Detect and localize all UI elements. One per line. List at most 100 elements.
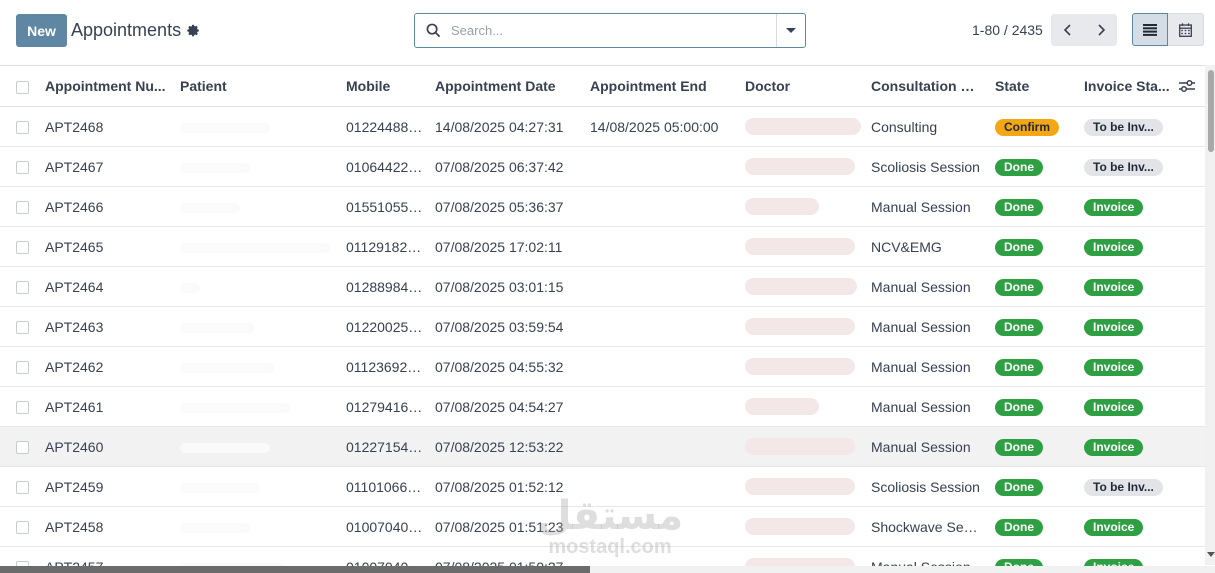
- pager-next-button[interactable]: [1084, 14, 1117, 46]
- cell-doctor: [737, 266, 863, 307]
- vertical-scrollbar-thumb[interactable]: [1208, 70, 1214, 152]
- cell-patient: [172, 466, 338, 507]
- invoice-status-badge: Invoice: [1084, 198, 1144, 216]
- table-row[interactable]: APT2467 010644227... 07/08/2025 06:37:42 Sc…: [0, 146, 1205, 187]
- cell-consultation-session: Scoliosis Session: [863, 466, 987, 507]
- cell-invoice-status: To be Inv...: [1076, 466, 1205, 507]
- cell-appointment-date: 07/08/2025 04:54:27: [427, 386, 582, 427]
- redacted-doctor-tag: [745, 238, 855, 256]
- cell-mobile: 012244889...: [338, 106, 427, 147]
- list-view-button[interactable]: [1132, 13, 1168, 46]
- cell-patient: [172, 106, 338, 147]
- state-badge: Done: [995, 318, 1043, 336]
- cell-mobile: 011010667...: [338, 466, 427, 507]
- row-checkbox[interactable]: [16, 481, 29, 495]
- state-badge: Done: [995, 398, 1043, 416]
- optional-columns-icon[interactable]: [1179, 79, 1195, 93]
- row-checkbox[interactable]: [16, 201, 29, 215]
- cell-invoice-status: To be Inv...: [1076, 146, 1205, 187]
- cell-consultation-session: Manual Session: [863, 386, 987, 427]
- calendar-view-button[interactable]: [1168, 13, 1204, 46]
- control-panel: New Appointments 1-80 / 2435: [0, 0, 1215, 64]
- invoice-status-badge: Invoice: [1084, 518, 1144, 536]
- select-all-checkbox-cell: [0, 65, 37, 107]
- cell-appointment-number: APT2459: [37, 466, 172, 507]
- column-header[interactable]: Mobile: [338, 65, 427, 107]
- table-row[interactable]: APT2466 015510555... 07/08/2025 05:36:37 Ma…: [0, 186, 1205, 227]
- row-checkbox[interactable]: [16, 161, 29, 175]
- cell-consultation-session: Manual Session: [863, 266, 987, 307]
- cell-doctor: [737, 426, 863, 467]
- pager-value[interactable]: 1-80 / 2435: [972, 22, 1043, 38]
- select-all-checkbox[interactable]: [16, 80, 29, 94]
- redacted-patient: [180, 202, 240, 213]
- cell-mobile: 011236928...: [338, 346, 427, 387]
- cell-appointment-number: APT2462: [37, 346, 172, 387]
- breadcrumb-title[interactable]: Appointments: [71, 20, 181, 41]
- table-row[interactable]: APT2464 012889846... 07/08/2025 03:01:15 Ma…: [0, 266, 1205, 307]
- cell-appointment-number: APT2465: [37, 226, 172, 267]
- chevron-right-icon: [1097, 24, 1105, 36]
- column-header[interactable]: Appointment Date: [427, 65, 582, 107]
- invoice-status-badge: To be Inv...: [1084, 478, 1163, 496]
- table-row[interactable]: APT2465 011291823... 07/08/2025 17:02:11 NC…: [0, 226, 1205, 267]
- table-row[interactable]: APT2461 012794166... 07/08/2025 04:54:27 Ma…: [0, 386, 1205, 427]
- pager-previous-button[interactable]: [1051, 14, 1084, 46]
- table-row[interactable]: APT2462 011236928... 07/08/2025 04:55:32 Ma…: [0, 346, 1205, 387]
- redacted-doctor-tag: [745, 318, 855, 336]
- cell-patient: [172, 266, 338, 307]
- cell-appointment-end: [582, 346, 737, 387]
- gear-icon[interactable]: [187, 24, 200, 37]
- cell-invoice-status: Invoice: [1076, 386, 1205, 427]
- row-checkbox[interactable]: [16, 121, 29, 135]
- column-header[interactable]: Appointment End: [582, 65, 737, 107]
- cell-invoice-status: Invoice: [1076, 266, 1205, 307]
- row-checkbox-cell: [0, 386, 37, 427]
- cell-state: Done: [987, 506, 1076, 547]
- redacted-patient: [180, 162, 250, 173]
- invoice-status-badge: To be Inv...: [1084, 118, 1163, 136]
- new-button[interactable]: New: [16, 14, 67, 47]
- column-header[interactable]: Consultation Se...: [863, 65, 987, 107]
- state-badge: Done: [995, 238, 1043, 256]
- table-row[interactable]: APT2460 012271547... 07/08/2025 12:53:22 Ma…: [0, 426, 1205, 467]
- column-header[interactable]: Patient: [172, 65, 338, 107]
- state-badge: Done: [995, 198, 1043, 216]
- row-checkbox[interactable]: [16, 401, 29, 415]
- redacted-patient: [180, 362, 275, 373]
- cell-consultation-session: Manual Session: [863, 346, 987, 387]
- row-checkbox[interactable]: [16, 321, 29, 335]
- search-input[interactable]: [451, 16, 776, 45]
- search-options-toggle[interactable]: [776, 14, 805, 47]
- state-badge: Done: [995, 478, 1043, 496]
- cell-appointment-number: APT2460: [37, 426, 172, 467]
- scroll-down-arrow-icon[interactable]: [1207, 552, 1215, 557]
- table-row[interactable]: APT2463 012200258... 07/08/2025 03:59:54 Ma…: [0, 306, 1205, 347]
- cell-appointment-date: 07/08/2025 01:51:23: [427, 506, 582, 547]
- table-row[interactable]: APT2458 010070402... 07/08/2025 01:51:23 Sh…: [0, 506, 1205, 547]
- cell-appointment-end: [582, 466, 737, 507]
- row-checkbox[interactable]: [16, 241, 29, 255]
- redacted-doctor-tag: [745, 478, 855, 496]
- cell-doctor: [737, 146, 863, 187]
- cell-appointment-date: 07/08/2025 17:02:11: [427, 226, 582, 267]
- table-row[interactable]: APT2459 011010667... 07/08/2025 01:52:12 Sc…: [0, 466, 1205, 507]
- list-icon: [1143, 23, 1157, 36]
- cell-appointment-date: 07/08/2025 06:37:42: [427, 146, 582, 187]
- column-header[interactable]: Doctor: [737, 65, 863, 107]
- row-checkbox-cell: [0, 146, 37, 187]
- horizontal-scrollbar-thumb[interactable]: [0, 566, 590, 573]
- column-header[interactable]: Appointment Nu...: [37, 65, 172, 107]
- column-header[interactable]: State: [987, 65, 1076, 107]
- row-checkbox[interactable]: [16, 361, 29, 375]
- table-row[interactable]: APT2468 012244889... 14/08/2025 04:27:31 14…: [0, 106, 1205, 147]
- cell-consultation-session: Manual Session: [863, 186, 987, 227]
- row-checkbox[interactable]: [16, 281, 29, 295]
- row-checkbox[interactable]: [16, 441, 29, 455]
- row-checkbox[interactable]: [16, 521, 29, 535]
- cell-state: Done: [987, 346, 1076, 387]
- cell-state: Done: [987, 466, 1076, 507]
- redacted-doctor-tag: [745, 358, 855, 376]
- cell-mobile: 015510555...: [338, 186, 427, 227]
- row-checkbox-cell: [0, 426, 37, 467]
